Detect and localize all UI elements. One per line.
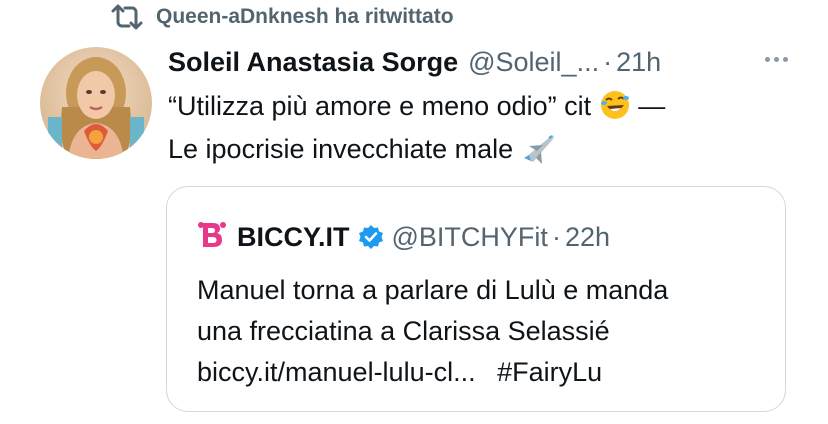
verified-badge-icon	[358, 224, 384, 250]
quoted-tweet-header: BICCY.IT @BITCHYFit · 22h	[197, 219, 610, 255]
biccy-logo-icon[interactable]	[197, 219, 227, 256]
retweet-icon	[111, 4, 143, 30]
retweet-label: Queen-aDnknesh ha ritwittato	[156, 5, 454, 28]
tweet-time[interactable]: 21h	[616, 47, 661, 78]
author-name[interactable]: Soleil Anastasia Sorge	[168, 47, 458, 78]
quoted-tweet-text: Manuel torna a parlare di Lulù e manda u…	[197, 270, 767, 393]
quoted-tweet-card[interactable]: BICCY.IT @BITCHYFit · 22h Manuel torna a…	[166, 186, 786, 412]
tweet-header: Soleil Anastasia Sorge @Soleil_... · 21h	[168, 44, 788, 80]
tweet-text-dash: —	[638, 91, 666, 121]
rolling-on-floor-laughing-emoji-icon	[599, 89, 631, 131]
quoted-hashtag[interactable]: #FairyLu	[497, 357, 602, 387]
author-handle[interactable]: @Soleil_...	[468, 47, 599, 78]
separator-dot: ·	[603, 46, 613, 77]
quoted-author-name[interactable]: BICCY.IT	[237, 222, 350, 253]
quoted-author-handle[interactable]: @BITCHYFit	[392, 222, 548, 253]
quoted-text-line2: una frecciatina a Clarissa Selassié	[197, 316, 610, 346]
quoted-text-line1: Manuel torna a parlare di Lulù e manda	[197, 275, 669, 305]
tweet-text: “Utilizza più amore e meno odio” cit — L…	[168, 88, 808, 174]
tweet-container[interactable]: Queen-aDnknesh ha ritwittato Soleil Anas…	[0, 0, 828, 424]
avatar-image	[40, 47, 152, 159]
more-options-icon[interactable]	[765, 57, 788, 62]
tweet-text-line2: Le ipocrisie invecchiate male	[168, 134, 514, 164]
quoted-separator-dot: ·	[551, 221, 561, 252]
avatar[interactable]	[40, 47, 152, 159]
tweet-text-line1: “Utilizza più amore e meno odio” cit	[168, 91, 592, 121]
quoted-link[interactable]: biccy.it/manuel-lulu-cl...	[197, 357, 476, 387]
quoted-tweet-time[interactable]: 22h	[565, 222, 610, 253]
airplane-emoji-icon	[521, 132, 557, 174]
retweet-context[interactable]: Queen-aDnknesh ha ritwittato	[110, 2, 454, 32]
